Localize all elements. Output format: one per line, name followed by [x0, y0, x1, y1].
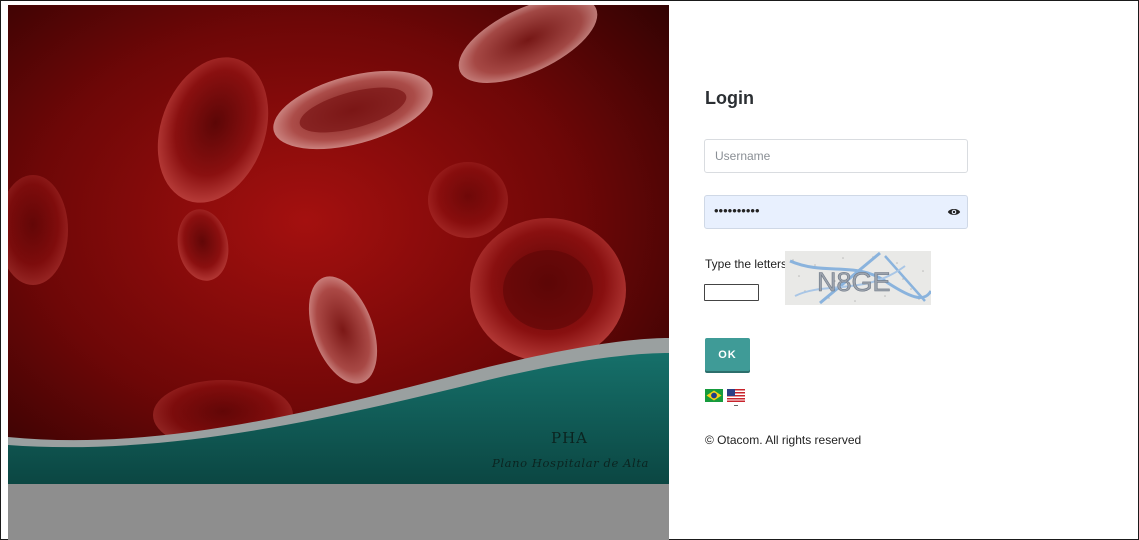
eye-icon[interactable] [947, 205, 961, 219]
ok-button[interactable]: OK [705, 338, 750, 371]
captcha-input[interactable] [704, 284, 759, 301]
password-mask: •••••••••• [714, 203, 760, 218]
login-title: Login [705, 88, 754, 108]
hero-subtitle: Plano Hospitalar de Alta [492, 456, 649, 470]
hero-title-text: PHA [551, 429, 589, 447]
language-underline [734, 405, 738, 406]
hero-image: PHA Plano Hospitalar de Alta [8, 5, 669, 540]
username-input[interactable] [704, 139, 968, 173]
brazil-flag-icon[interactable] [705, 389, 723, 402]
copyright-text: © Otacom. All rights reserved [705, 433, 862, 447]
captcha-image: N8GE [785, 251, 931, 305]
captcha-label: Type the letters [705, 257, 788, 271]
usa-flag-icon[interactable] [727, 389, 745, 402]
login-panel: Login •••••••••• Type the letters N8GE O… [670, 0, 1138, 540]
captcha-text: N8GE [817, 267, 891, 297]
